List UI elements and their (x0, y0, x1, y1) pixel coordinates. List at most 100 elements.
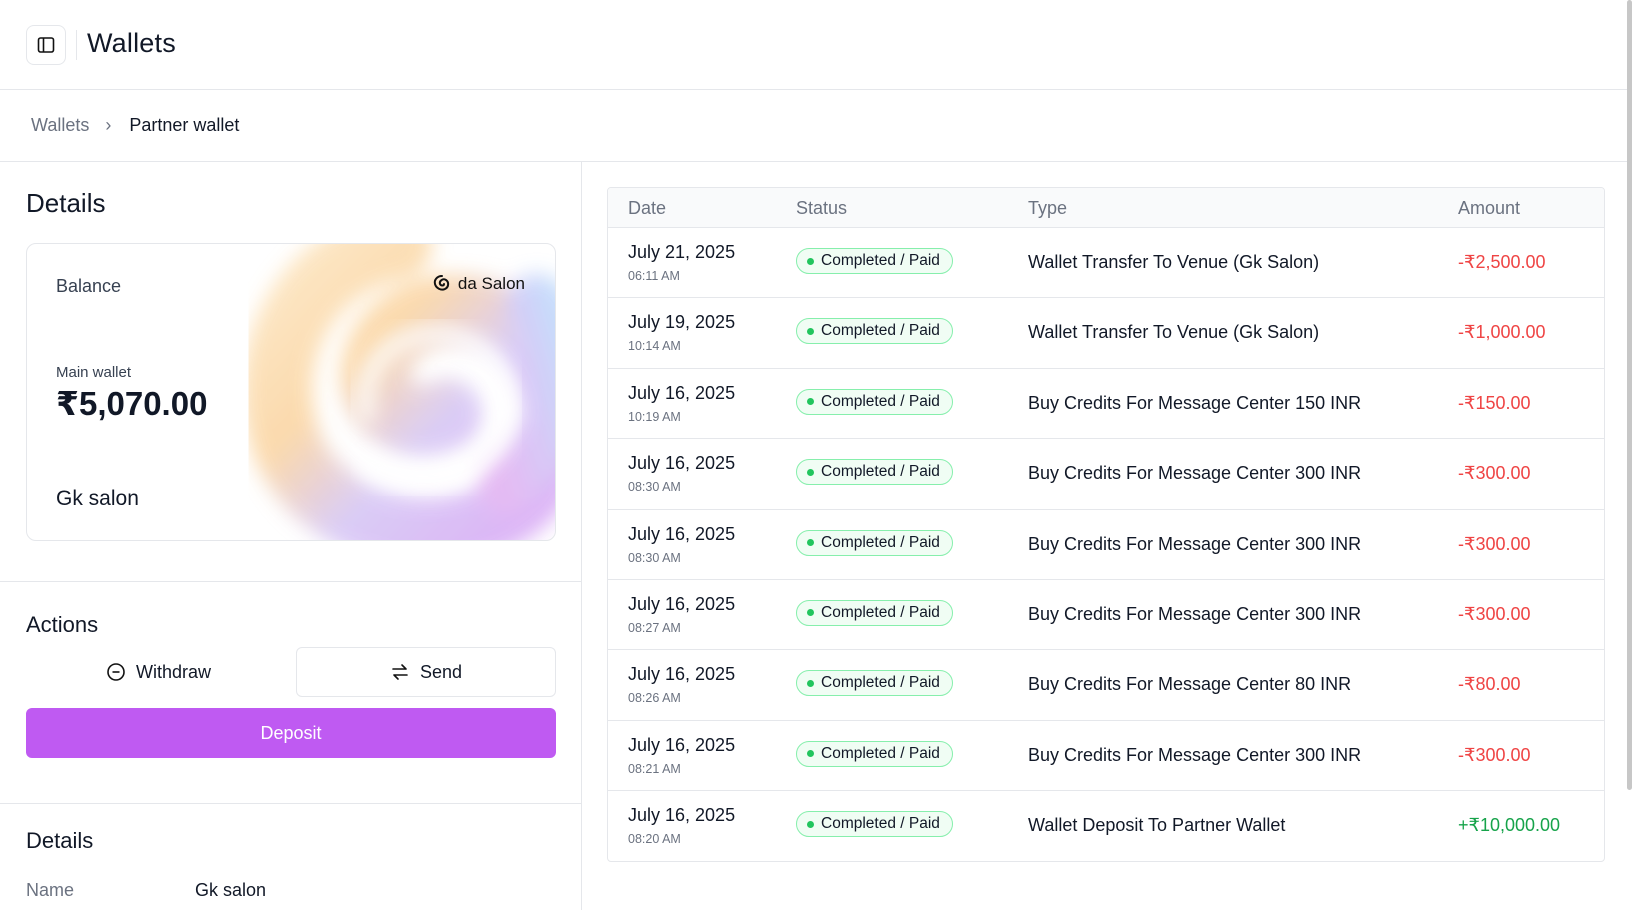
status-badge: Completed / Paid (796, 670, 953, 697)
row-date: July 16, 2025 (628, 453, 736, 474)
status-dot-icon (807, 679, 814, 687)
table-body: July 21, 2025 06:11 AM Completed / Paid … (608, 228, 1604, 861)
table-row[interactable]: July 21, 2025 06:11 AM Completed / Paid … (608, 228, 1604, 299)
column-header-type: Type (1028, 198, 1068, 218)
row-type: Buy Credits For Message Center 80 INR (1028, 674, 1352, 695)
status-badge: Completed / Paid (796, 388, 953, 415)
brand-logo: da Salon (432, 274, 525, 294)
top-bar: Wallets (0, 0, 1632, 90)
withdraw-label: Withdraw (135, 661, 211, 682)
swirl-logo-icon (433, 275, 449, 291)
status-dot-icon (807, 820, 814, 828)
section-divider (0, 581, 582, 582)
transactions-table: Date Status Type Amount July 21, 2025 06… (607, 187, 1605, 862)
left-panel: Details Balance da Salon Main wallet ₹5,… (0, 162, 582, 910)
status-badge: Completed / Paid (796, 599, 953, 626)
row-type: Buy Credits For Message Center 300 INR (1028, 744, 1362, 765)
status-dot-icon (807, 257, 814, 265)
balance-card: Balance da Salon Main wallet ₹5,070.00 G… (26, 243, 556, 541)
status-label: Completed / Paid (821, 603, 940, 621)
balance-label: Balance (56, 276, 122, 296)
row-time: 08:21 AM (628, 761, 681, 776)
table-row[interactable]: July 16, 2025 08:26 AM Completed / Paid … (608, 650, 1604, 721)
status-dot-icon (807, 750, 814, 758)
breadcrumb: Wallets › Partner wallet (0, 90, 1632, 162)
table-row[interactable]: July 16, 2025 08:21 AM Completed / Paid … (608, 721, 1604, 792)
row-amount: -₹80.00 (1458, 674, 1521, 695)
column-header-date: Date (628, 198, 667, 218)
actions-heading: Actions (26, 612, 99, 637)
send-label: Send (419, 661, 463, 682)
status-label: Completed / Paid (821, 533, 940, 551)
status-badge: Completed / Paid (796, 318, 953, 345)
breadcrumb-wallets-link[interactable]: Wallets (31, 115, 89, 136)
status-dot-icon (807, 609, 814, 617)
deposit-button[interactable]: Deposit (26, 708, 556, 758)
status-label: Completed / Paid (821, 815, 940, 833)
row-time: 08:26 AM (628, 691, 681, 706)
row-date: July 19, 2025 (628, 312, 736, 333)
row-date: July 16, 2025 (628, 523, 736, 544)
row-date: July 16, 2025 (628, 664, 736, 685)
row-time: 08:30 AM (628, 480, 681, 495)
row-type: Buy Credits For Message Center 300 INR (1028, 463, 1362, 484)
name-value: Gk salon (195, 880, 267, 900)
status-badge: Completed / Paid (796, 459, 953, 486)
table-row[interactable]: July 16, 2025 08:20 AM Completed / Paid … (608, 791, 1604, 861)
header-divider (76, 30, 77, 60)
breadcrumb-current: Partner wallet (129, 115, 240, 135)
table-row[interactable]: July 16, 2025 08:30 AM Completed / Paid … (608, 439, 1604, 510)
chevron-right-icon: › (105, 115, 112, 135)
row-amount: -₹300.00 (1458, 533, 1531, 554)
status-label: Completed / Paid (821, 674, 940, 692)
details-heading: Details (26, 188, 106, 218)
details-info-heading: Details (26, 828, 94, 853)
sidebar-toggle-button[interactable] (26, 25, 66, 65)
table-row[interactable]: July 16, 2025 08:30 AM Completed / Paid … (608, 510, 1604, 580)
status-dot-icon (807, 539, 814, 547)
row-amount: -₹1,000.00 (1458, 322, 1546, 343)
row-type: Buy Credits For Message Center 300 INR (1028, 603, 1362, 624)
main-wallet-label: Main wallet (56, 364, 132, 381)
row-amount: -₹2,500.00 (1458, 252, 1546, 272)
status-dot-icon (807, 468, 814, 476)
card-holder-name: Gk salon (56, 487, 139, 510)
page-scrollbar[interactable] (1627, 0, 1632, 790)
row-amount: -₹300.00 (1458, 744, 1531, 765)
status-badge: Completed / Paid (796, 529, 953, 556)
send-button[interactable]: Send (296, 647, 556, 697)
row-amount: +₹10,000.00 (1458, 815, 1561, 836)
row-date: July 21, 2025 (628, 242, 736, 262)
status-label: Completed / Paid (821, 252, 940, 269)
row-time: 06:11 AM (628, 269, 680, 283)
column-header-amount: Amount (1458, 198, 1521, 218)
row-date: July 16, 2025 (628, 734, 736, 755)
status-label: Completed / Paid (821, 392, 940, 410)
row-time: 10:19 AM (628, 409, 681, 424)
page-title: Wallets (87, 28, 176, 58)
row-date: July 16, 2025 (628, 805, 736, 826)
status-label: Completed / Paid (821, 463, 940, 481)
row-type: Buy Credits For Message Center 300 INR (1028, 533, 1362, 554)
row-type: Buy Credits For Message Center 150 INR (1028, 392, 1362, 413)
row-time: 08:30 AM (628, 550, 681, 565)
status-label: Completed / Paid (821, 744, 940, 762)
row-date: July 16, 2025 (628, 382, 736, 403)
row-date: July 16, 2025 (628, 593, 736, 614)
row-amount: -₹300.00 (1458, 603, 1531, 624)
withdraw-button[interactable]: Withdraw (26, 647, 291, 697)
row-type: Wallet Transfer To Venue (Gk Salon) (1028, 252, 1320, 272)
row-amount: -₹300.00 (1458, 463, 1531, 484)
minus-circle-icon (107, 663, 125, 681)
transfer-arrows-icon (392, 664, 408, 680)
row-time: 08:20 AM (628, 832, 681, 847)
status-label: Completed / Paid (821, 322, 940, 340)
table-row[interactable]: July 16, 2025 10:19 AM Completed / Paid … (608, 369, 1604, 440)
table-row[interactable]: July 19, 2025 10:14 AM Completed / Paid … (608, 298, 1604, 369)
status-badge: Completed / Paid (796, 248, 953, 274)
column-header-status: Status (796, 198, 848, 218)
row-time: 08:27 AM (628, 620, 681, 635)
table-row[interactable]: July 16, 2025 08:27 AM Completed / Paid … (608, 580, 1604, 651)
status-dot-icon (807, 327, 814, 335)
row-type: Wallet Deposit To Partner Wallet (1028, 815, 1286, 836)
